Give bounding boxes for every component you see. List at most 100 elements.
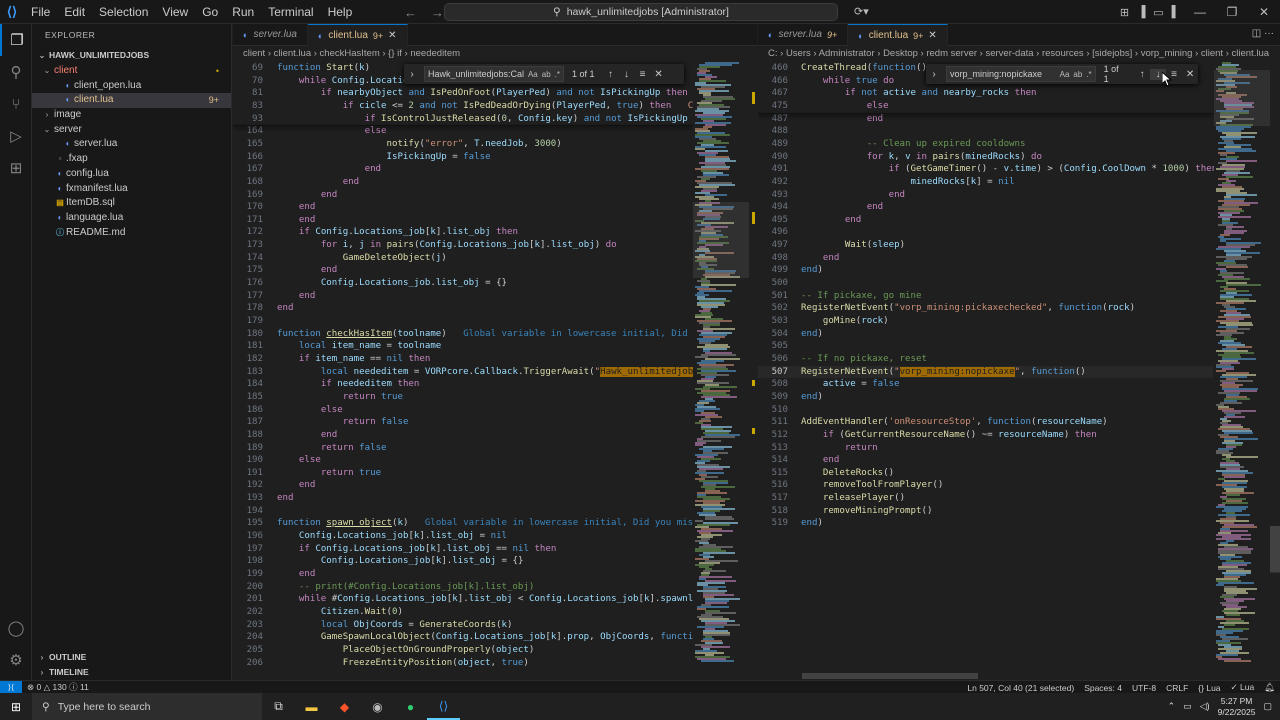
- menu-help[interactable]: Help: [321, 0, 360, 24]
- toggle-secondary-sidebar-icon[interactable]: ▌: [1167, 6, 1184, 18]
- split-editor-icon[interactable]: ◫ ···: [1252, 28, 1274, 39]
- tree-item[interactable]: ◐ config.lua: [32, 167, 231, 182]
- outline-section[interactable]: › OUTLINE: [32, 650, 232, 665]
- tree-item[interactable]: ⌄ client •: [32, 64, 231, 79]
- minimap[interactable]: [1214, 62, 1270, 678]
- end-of-line[interactable]: CRLF: [1161, 683, 1193, 693]
- breadcrumb[interactable]: C: › Users › Administrator › Desktop › r…: [758, 46, 1280, 61]
- find-input[interactable]: vorp_mining:nopickaxe Aa ab .*: [945, 66, 1096, 82]
- explorer-icon[interactable]: ❐: [0, 24, 32, 56]
- menu-run[interactable]: Run: [225, 0, 261, 24]
- remote-icon[interactable]: ⟩⟨: [0, 680, 22, 694]
- tree-item[interactable]: ▤ ItemDB.sql: [32, 196, 231, 211]
- close-tab-icon[interactable]: ✕: [388, 25, 396, 47]
- search-view-icon[interactable]: ⚲: [0, 56, 32, 88]
- vscode-taskbar-icon[interactable]: ⟨⟩: [427, 693, 460, 720]
- tab-client-lua[interactable]: ◐ client.lua 9+ ✕: [307, 24, 408, 47]
- source-control-icon[interactable]: ⑂: [0, 88, 32, 120]
- next-match-icon[interactable]: ↓: [619, 69, 635, 80]
- command-center-search[interactable]: ⚲ hawk_unlimitedjobs [Administrator]: [444, 3, 838, 21]
- find-in-selection-icon[interactable]: ≡: [635, 69, 651, 80]
- find-input[interactable]: Hawk_unlimitedjobs:Callb Aa ab .*: [424, 66, 564, 82]
- network-icon[interactable]: ▭: [1183, 701, 1192, 712]
- encoding[interactable]: UTF-8: [1127, 683, 1161, 693]
- toggle-replace-icon[interactable]: ›: [926, 69, 942, 80]
- app-icon[interactable]: ◉: [361, 693, 394, 720]
- task-view-icon[interactable]: ⧉: [262, 693, 295, 720]
- forward-arrow-icon[interactable]: →: [431, 5, 444, 20]
- volume-icon[interactable]: ◁): [1200, 701, 1210, 712]
- code-line: end: [822, 252, 840, 263]
- toggle-panel-icon[interactable]: ▭: [1150, 6, 1167, 19]
- cursor-position[interactable]: Ln 507, Col 40 (21 selected): [962, 683, 1079, 693]
- restore-icon[interactable]: ❐: [1216, 5, 1248, 19]
- tab-client-lua-right[interactable]: ◐ client.lua 9+ ✕: [848, 24, 948, 46]
- regex-icon[interactable]: .*: [1086, 70, 1091, 79]
- run-debug-icon[interactable]: ▷: [0, 120, 32, 152]
- minimize-icon[interactable]: —: [1184, 5, 1216, 19]
- horizontal-scrollbar[interactable]: [802, 673, 978, 679]
- tree-item[interactable]: ◐ fxmanifest.lua: [32, 182, 231, 197]
- code-area[interactable]: 69 function Start(k) 70 while Config.Locat…: [233, 62, 727, 678]
- file-explorer-icon[interactable]: ▬: [295, 693, 328, 720]
- whole-word-icon[interactable]: ab: [1073, 70, 1082, 79]
- breadcrumb[interactable]: client › client.lua › checkHasItem › {} …: [233, 46, 757, 61]
- tree-item[interactable]: ⓘ README.md: [32, 226, 231, 241]
- previous-match-icon[interactable]: ↑: [1134, 69, 1150, 80]
- regex-icon[interactable]: .*: [555, 70, 560, 79]
- tree-item[interactable]: ◐ language.lua: [32, 211, 231, 226]
- notification-center-icon[interactable]: ▢: [1263, 701, 1272, 712]
- tree-item[interactable]: ⌄ server: [32, 123, 231, 138]
- match-case-icon[interactable]: Aa: [528, 70, 538, 79]
- problems-indicator[interactable]: ⊗ 0 △ 130 ⓘ 11: [22, 681, 94, 693]
- menu-selection[interactable]: Selection: [92, 0, 155, 24]
- timeline-section[interactable]: › TIMELINE: [32, 665, 232, 680]
- account-icon[interactable]: ◯: [0, 612, 32, 644]
- close-find-icon[interactable]: ✕: [1182, 69, 1198, 80]
- close-window-icon[interactable]: ✕: [1248, 5, 1280, 19]
- previous-match-icon[interactable]: ↑: [603, 69, 619, 80]
- menu-view[interactable]: View: [155, 0, 195, 24]
- tree-item[interactable]: ▫ .fxap: [32, 152, 231, 167]
- minimap[interactable]: [693, 62, 749, 678]
- explorer-root-folder[interactable]: ⌄ HAWK_UNLIMITEDJOBS: [32, 46, 231, 64]
- code-area[interactable]: 460 CreateThread(function() 466 while true…: [758, 62, 1217, 678]
- close-tab-icon[interactable]: ✕: [928, 25, 936, 47]
- hs-app-icon[interactable]: ●: [394, 693, 427, 720]
- whole-word-icon[interactable]: ab: [542, 70, 551, 79]
- tree-item[interactable]: ◐ server.lua: [32, 137, 231, 152]
- tab-server-lua[interactable]: ◐ server.lua: [233, 24, 308, 46]
- code-line: local neededitem = VORPcore.Callback.Tri…: [320, 366, 727, 377]
- menu-edit[interactable]: Edit: [57, 0, 92, 24]
- taskbar-search[interactable]: ⚲ Type here to search: [32, 693, 262, 720]
- toggle-sidebar-icon[interactable]: ▐: [1133, 6, 1150, 18]
- minimap-slider[interactable]: [1214, 70, 1270, 126]
- menu-file[interactable]: File: [24, 0, 57, 24]
- customize-layout-icon[interactable]: ⊞: [1116, 6, 1133, 19]
- copilot-icon[interactable]: ⟳▾: [854, 5, 869, 18]
- menu-terminal[interactable]: Terminal: [261, 0, 320, 24]
- tree-item[interactable]: › image: [32, 108, 231, 123]
- notifications-bell-icon[interactable]: 🔔︎: [1259, 682, 1280, 693]
- line-number: 168: [246, 176, 263, 187]
- toggle-replace-icon[interactable]: ›: [404, 69, 420, 80]
- tab-server-lua-right[interactable]: ◐ server.lua 9+: [758, 24, 849, 46]
- minimap-slider[interactable]: [693, 202, 749, 278]
- extensions-icon[interactable]: ⊞: [0, 152, 32, 184]
- windows-start-icon[interactable]: ⊞: [0, 693, 32, 720]
- match-case-icon[interactable]: Aa: [1060, 70, 1070, 79]
- language-mode[interactable]: {} Lua: [1193, 683, 1225, 693]
- clock[interactable]: 5:27 PM 9/22/2025: [1218, 696, 1256, 718]
- tree-item[interactable]: ◐ client.lua 9+: [32, 93, 231, 109]
- lua-status[interactable]: ✓ Lua: [1226, 682, 1260, 693]
- settings-gear-icon[interactable]: ⚙: [0, 644, 32, 676]
- indentation[interactable]: Spaces: 4: [1079, 683, 1127, 693]
- menu-go[interactable]: Go: [195, 0, 225, 24]
- code-line: return true: [342, 391, 403, 402]
- close-find-icon[interactable]: ✕: [651, 69, 667, 80]
- back-arrow-icon[interactable]: ←: [404, 5, 417, 20]
- brave-browser-icon[interactable]: ◆: [328, 693, 361, 720]
- tree-item[interactable]: ◐ client_open.lua: [32, 79, 231, 94]
- tray-chevron-icon[interactable]: ⌃: [1168, 701, 1176, 712]
- vertical-scrollbar[interactable]: [1270, 62, 1280, 642]
